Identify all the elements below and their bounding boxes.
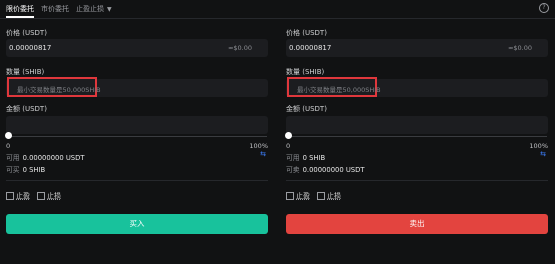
- sell-slider-handle[interactable]: [285, 132, 292, 139]
- buy-qty-label: 数量 (SHIB): [6, 68, 45, 76]
- sell-price-value: 0.00000817: [289, 44, 332, 52]
- sell-button[interactable]: 卖出: [286, 214, 548, 234]
- sell-can-value: 0.00000000 USDT: [302, 166, 365, 174]
- buy-price-input[interactable]: 0.00000817 ≈$0.00: [6, 39, 268, 57]
- divider: [6, 180, 268, 181]
- buy-amount-input[interactable]: [6, 116, 268, 134]
- sell-slider-max: 100%: [529, 142, 548, 150]
- buy-percent-slider[interactable]: [9, 136, 267, 137]
- order-type-tabs: 限价委托 市价委托 止盈止损 ▼ ?: [0, 0, 555, 19]
- buy-stop-loss-label[interactable]: 止损: [47, 191, 61, 201]
- buy-can-label: 可买: [6, 166, 20, 174]
- buy-take-profit-label[interactable]: 止盈: [16, 191, 30, 201]
- buy-price-fiat: ≈$0.00: [227, 44, 252, 52]
- swap-arrows-icon[interactable]: ⇆: [540, 150, 546, 158]
- sell-amount-label: 金额 (USDT): [286, 105, 327, 113]
- tab-limit-order[interactable]: 限价委托: [6, 4, 34, 14]
- buy-qty-input[interactable]: 最小交易数量是50,000SHIB: [6, 77, 268, 97]
- buy-can-buy: 可买 0 SHIB: [6, 164, 45, 174]
- sell-available-label: 可用: [286, 154, 300, 162]
- buy-button[interactable]: 买入: [6, 214, 268, 234]
- sell-take-profit-checkbox[interactable]: [286, 192, 294, 200]
- sell-available-value: 0 SHIB: [302, 154, 326, 162]
- sell-qty-input[interactable]: 最小交易数量是50,000SHIB: [286, 77, 548, 97]
- sell-slider-min: 0: [286, 142, 291, 150]
- sell-stop-loss-label[interactable]: 止损: [327, 191, 341, 201]
- buy-available: 可用 0.00000000 USDT: [6, 152, 85, 162]
- sell-stop-loss-checkbox[interactable]: [317, 192, 325, 200]
- buy-can-value: 0 SHIB: [22, 166, 46, 174]
- swap-arrows-icon[interactable]: ⇆: [260, 150, 266, 158]
- sell-price-fiat: ≈$0.00: [507, 44, 532, 52]
- sell-can-label: 可卖: [286, 166, 300, 174]
- chevron-down-icon: ▼: [107, 6, 112, 13]
- buy-take-profit-checkbox[interactable]: [6, 192, 14, 200]
- sell-qty-label: 数量 (SHIB): [286, 68, 325, 76]
- buy-available-label: 可用: [6, 154, 20, 162]
- sell-qty-placeholder: 最小交易数量是50,000SHIB: [297, 86, 381, 94]
- sell-take-profit-label[interactable]: 止盈: [296, 191, 310, 201]
- buy-stop-loss-checkbox[interactable]: [37, 192, 45, 200]
- sell-price-label: 价格 (USDT): [286, 29, 327, 37]
- sell-can-sell: 可卖 0.00000000 USDT: [286, 164, 365, 174]
- sell-percent-slider[interactable]: [289, 136, 547, 137]
- divider: [286, 180, 548, 181]
- tab-market-order[interactable]: 市价委托: [41, 4, 69, 14]
- sell-price-input[interactable]: 0.00000817 ≈$0.00: [286, 39, 548, 57]
- sell-panel: 价格 (USDT) 0.00000817 ≈$0.00 数量 (SHIB) 最小…: [285, 18, 548, 264]
- help-circle-icon[interactable]: ?: [539, 3, 549, 13]
- buy-slider-max: 100%: [249, 142, 268, 150]
- buy-slider-min: 0: [6, 142, 11, 150]
- buy-slider-handle[interactable]: [5, 132, 12, 139]
- buy-panel: 价格 (USDT) 0.00000817 ≈$0.00 数量 (SHIB) 最小…: [5, 18, 268, 264]
- sell-available: 可用 0 SHIB: [286, 152, 325, 162]
- sell-amount-input[interactable]: [286, 116, 548, 134]
- buy-amount-label: 金额 (USDT): [6, 105, 47, 113]
- tab-stop-order[interactable]: 止盈止损 ▼: [76, 4, 112, 14]
- buy-price-value: 0.00000817: [9, 44, 52, 52]
- buy-available-value: 0.00000000 USDT: [22, 154, 85, 162]
- buy-qty-placeholder: 最小交易数量是50,000SHIB: [17, 86, 101, 94]
- tab-stop-order-label: 止盈止损: [76, 5, 104, 13]
- buy-price-label: 价格 (USDT): [6, 29, 47, 37]
